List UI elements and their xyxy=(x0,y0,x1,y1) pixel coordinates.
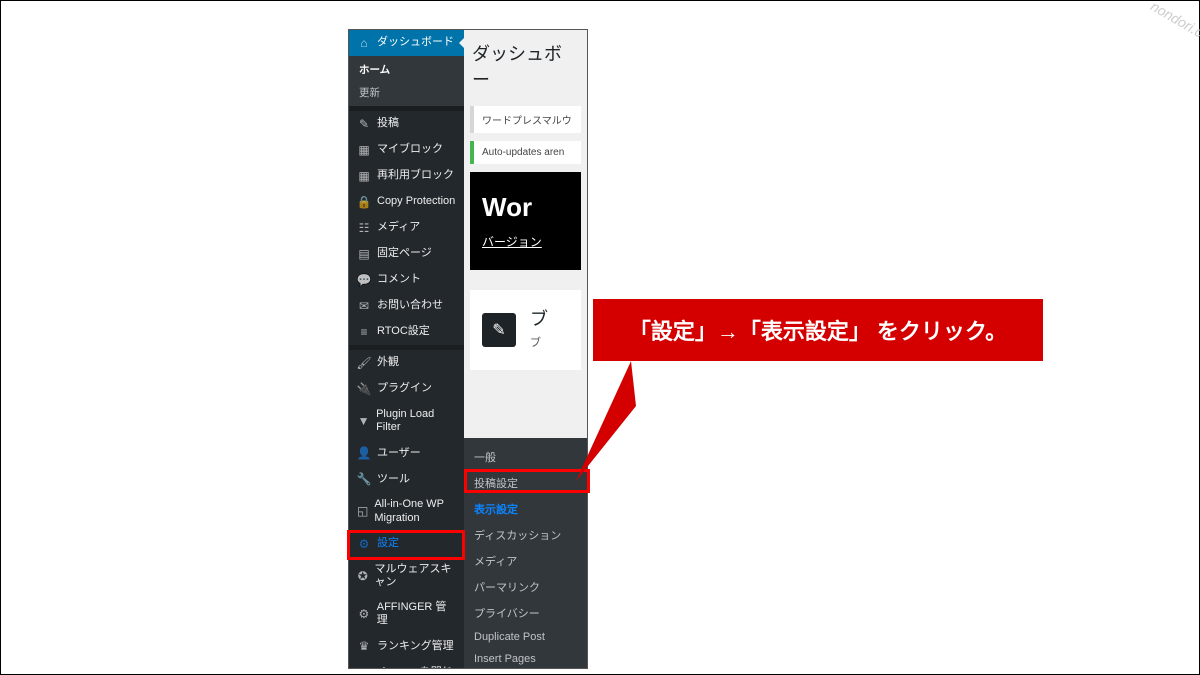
sidebar-item-malware[interactable]: ✪ マルウェアスキャン xyxy=(349,557,464,595)
user-icon: 👤 xyxy=(357,446,371,460)
media-icon: ☷ xyxy=(357,221,371,235)
sidebar-item-plugins[interactable]: 🔌 プラグイン xyxy=(349,376,464,402)
sidebar-item-pluginloadfilter[interactable]: ▼ Plugin Load Filter xyxy=(349,402,464,440)
sidebar-item-rtoc[interactable]: ≡ RTOC設定 xyxy=(349,319,464,345)
sidebar-item-affinger[interactable]: ⚙ AFFINGER 管理 xyxy=(349,595,464,633)
block-icon: ▦ xyxy=(357,143,371,157)
submenu-reading[interactable]: 表示設定 xyxy=(464,496,588,522)
sidebar-label: 再利用ブロック xyxy=(377,169,454,182)
sidebar-item-myblock[interactable]: ▦ マイブロック xyxy=(349,137,464,163)
welcome-version-link[interactable]: バージョン xyxy=(482,233,569,250)
sidebar-item-media[interactable]: ☷ メディア xyxy=(349,215,464,241)
sidebar-label: メディア xyxy=(377,221,420,234)
sidebar-item-settings[interactable]: ⚙ 設定 xyxy=(349,531,464,557)
panel-subtitle: ブ xyxy=(530,334,548,350)
sidebar-item-appearance[interactable]: 🖌 外観 xyxy=(349,350,464,376)
mail-icon: ✉ xyxy=(357,299,371,313)
sidebar-item-collapse[interactable]: ◀ メニューを閉じる xyxy=(349,660,464,670)
sidebar-label: ユーザー xyxy=(377,447,421,460)
page-icon: ▤ xyxy=(357,247,371,261)
submenu-permalink[interactable]: パーマリンク xyxy=(464,574,588,600)
sidebar-label: メニューを閉じる xyxy=(376,666,456,670)
sidebar-item-ranking[interactable]: ♛ ランキング管理 xyxy=(349,634,464,660)
page-title: ダッシュボー xyxy=(464,30,587,102)
submenu-media[interactable]: メディア xyxy=(464,548,588,574)
sliders-icon: ⚙ xyxy=(357,537,371,551)
crown-icon: ♛ xyxy=(357,640,371,654)
submenu-writing[interactable]: 投稿設定 xyxy=(464,470,588,496)
sidebar-item-posts[interactable]: ✎ 投稿 xyxy=(349,111,464,137)
sidebar-label: RTOC設定 xyxy=(377,325,430,338)
welcome-panel: Wor バージョン xyxy=(470,172,581,270)
welcome-title: Wor xyxy=(482,192,569,223)
settings-submenu: 一般 投稿設定 表示設定 ディスカッション メディア パーマリンク プライバシー… xyxy=(464,438,588,669)
filter-icon: ▼ xyxy=(357,414,370,428)
panel-text-wrap: ブ ブ xyxy=(530,310,548,350)
sidebar-label: マイブロック xyxy=(377,143,443,156)
sidebar-item-allinonewp[interactable]: ◱ All-in-One WP Migration xyxy=(349,492,464,530)
quick-panel: ✎ ブ ブ xyxy=(470,290,581,370)
lock-icon: 🔒 xyxy=(357,195,371,209)
sidebar-item-dashboard[interactable]: ⌂ ダッシュボード xyxy=(349,30,464,56)
wrench-icon: 🔧 xyxy=(357,472,371,486)
migrate-icon: ◱ xyxy=(357,505,368,519)
edit-icon[interactable]: ✎ xyxy=(482,313,516,347)
sidebar-label: 固定ページ xyxy=(377,247,432,260)
submenu-insertpages[interactable]: Insert Pages xyxy=(464,648,588,669)
plug-icon: 🔌 xyxy=(357,382,371,396)
sidebar-item-copyprotection[interactable]: 🔒 Copy Protection xyxy=(349,189,464,215)
pin-icon: ✎ xyxy=(357,117,371,131)
comment-icon: 💬 xyxy=(357,273,371,287)
toc-icon: ≡ xyxy=(357,325,371,339)
sub-item-home[interactable]: ホーム xyxy=(349,58,464,81)
sidebar-label: Copy Protection xyxy=(377,195,455,208)
sidebar-label: ダッシュボード xyxy=(377,36,454,49)
sub-item-updates[interactable]: 更新 xyxy=(349,81,464,104)
sidebar-item-contact[interactable]: ✉ お問い合わせ xyxy=(349,293,464,319)
sidebar-label: ツール xyxy=(377,473,410,486)
sidebar-label: お問い合わせ xyxy=(377,299,443,312)
watermark: nondori.com xyxy=(1148,0,1200,50)
callout-text: 「設定」→「表示設定」 をクリック。 xyxy=(629,314,1007,346)
wordpress-admin: ⌂ ダッシュボード ホーム 更新 ✎ 投稿 ▦ マイブロック ▦ 再利用ブロック… xyxy=(348,29,588,669)
submenu-duplicate[interactable]: Duplicate Post xyxy=(464,626,588,648)
sidebar-label: 外観 xyxy=(377,356,399,369)
sidebar-item-reuseblock[interactable]: ▦ 再利用ブロック xyxy=(349,163,464,189)
submenu-general[interactable]: 一般 xyxy=(464,444,588,470)
submenu-privacy[interactable]: プライバシー xyxy=(464,600,588,626)
sidebar-item-users[interactable]: 👤 ユーザー xyxy=(349,440,464,466)
block-icon: ▦ xyxy=(357,169,371,183)
sidebar-item-tools[interactable]: 🔧 ツール xyxy=(349,466,464,492)
submenu-discussion[interactable]: ディスカッション xyxy=(464,522,588,548)
sidebar-sub-dashboard: ホーム 更新 xyxy=(349,56,464,106)
sidebar-label: コメント xyxy=(377,273,421,286)
sidebar-label: ランキング管理 xyxy=(377,640,454,653)
sidebar-label: 設定 xyxy=(377,537,399,550)
panel-title: ブ xyxy=(530,310,548,328)
notice-autoupdates: Auto-updates aren xyxy=(470,141,581,164)
sidebar-item-pages[interactable]: ▤ 固定ページ xyxy=(349,241,464,267)
dashboard-icon: ⌂ xyxy=(357,36,371,50)
sidebar-label: プラグイン xyxy=(377,382,432,395)
sidebar-label: AFFINGER 管理 xyxy=(377,601,456,627)
sidebar-label: All-in-One WP Migration xyxy=(374,498,456,524)
sidebar-label: マルウェアスキャン xyxy=(375,563,456,589)
annotation-callout: 「設定」→「表示設定」 をクリック。 xyxy=(593,299,1043,361)
gear-icon: ⚙ xyxy=(357,607,371,621)
shield-icon: ✪ xyxy=(357,569,369,583)
notice-malware: ワードプレスマルウ xyxy=(470,106,581,133)
sidebar-label: Plugin Load Filter xyxy=(376,408,456,434)
sidebar-label: 投稿 xyxy=(377,117,399,130)
sidebar-item-comments[interactable]: 💬 コメント xyxy=(349,267,464,293)
admin-sidebar: ⌂ ダッシュボード ホーム 更新 ✎ 投稿 ▦ マイブロック ▦ 再利用ブロック… xyxy=(349,30,464,668)
brush-icon: 🖌 xyxy=(357,356,371,370)
